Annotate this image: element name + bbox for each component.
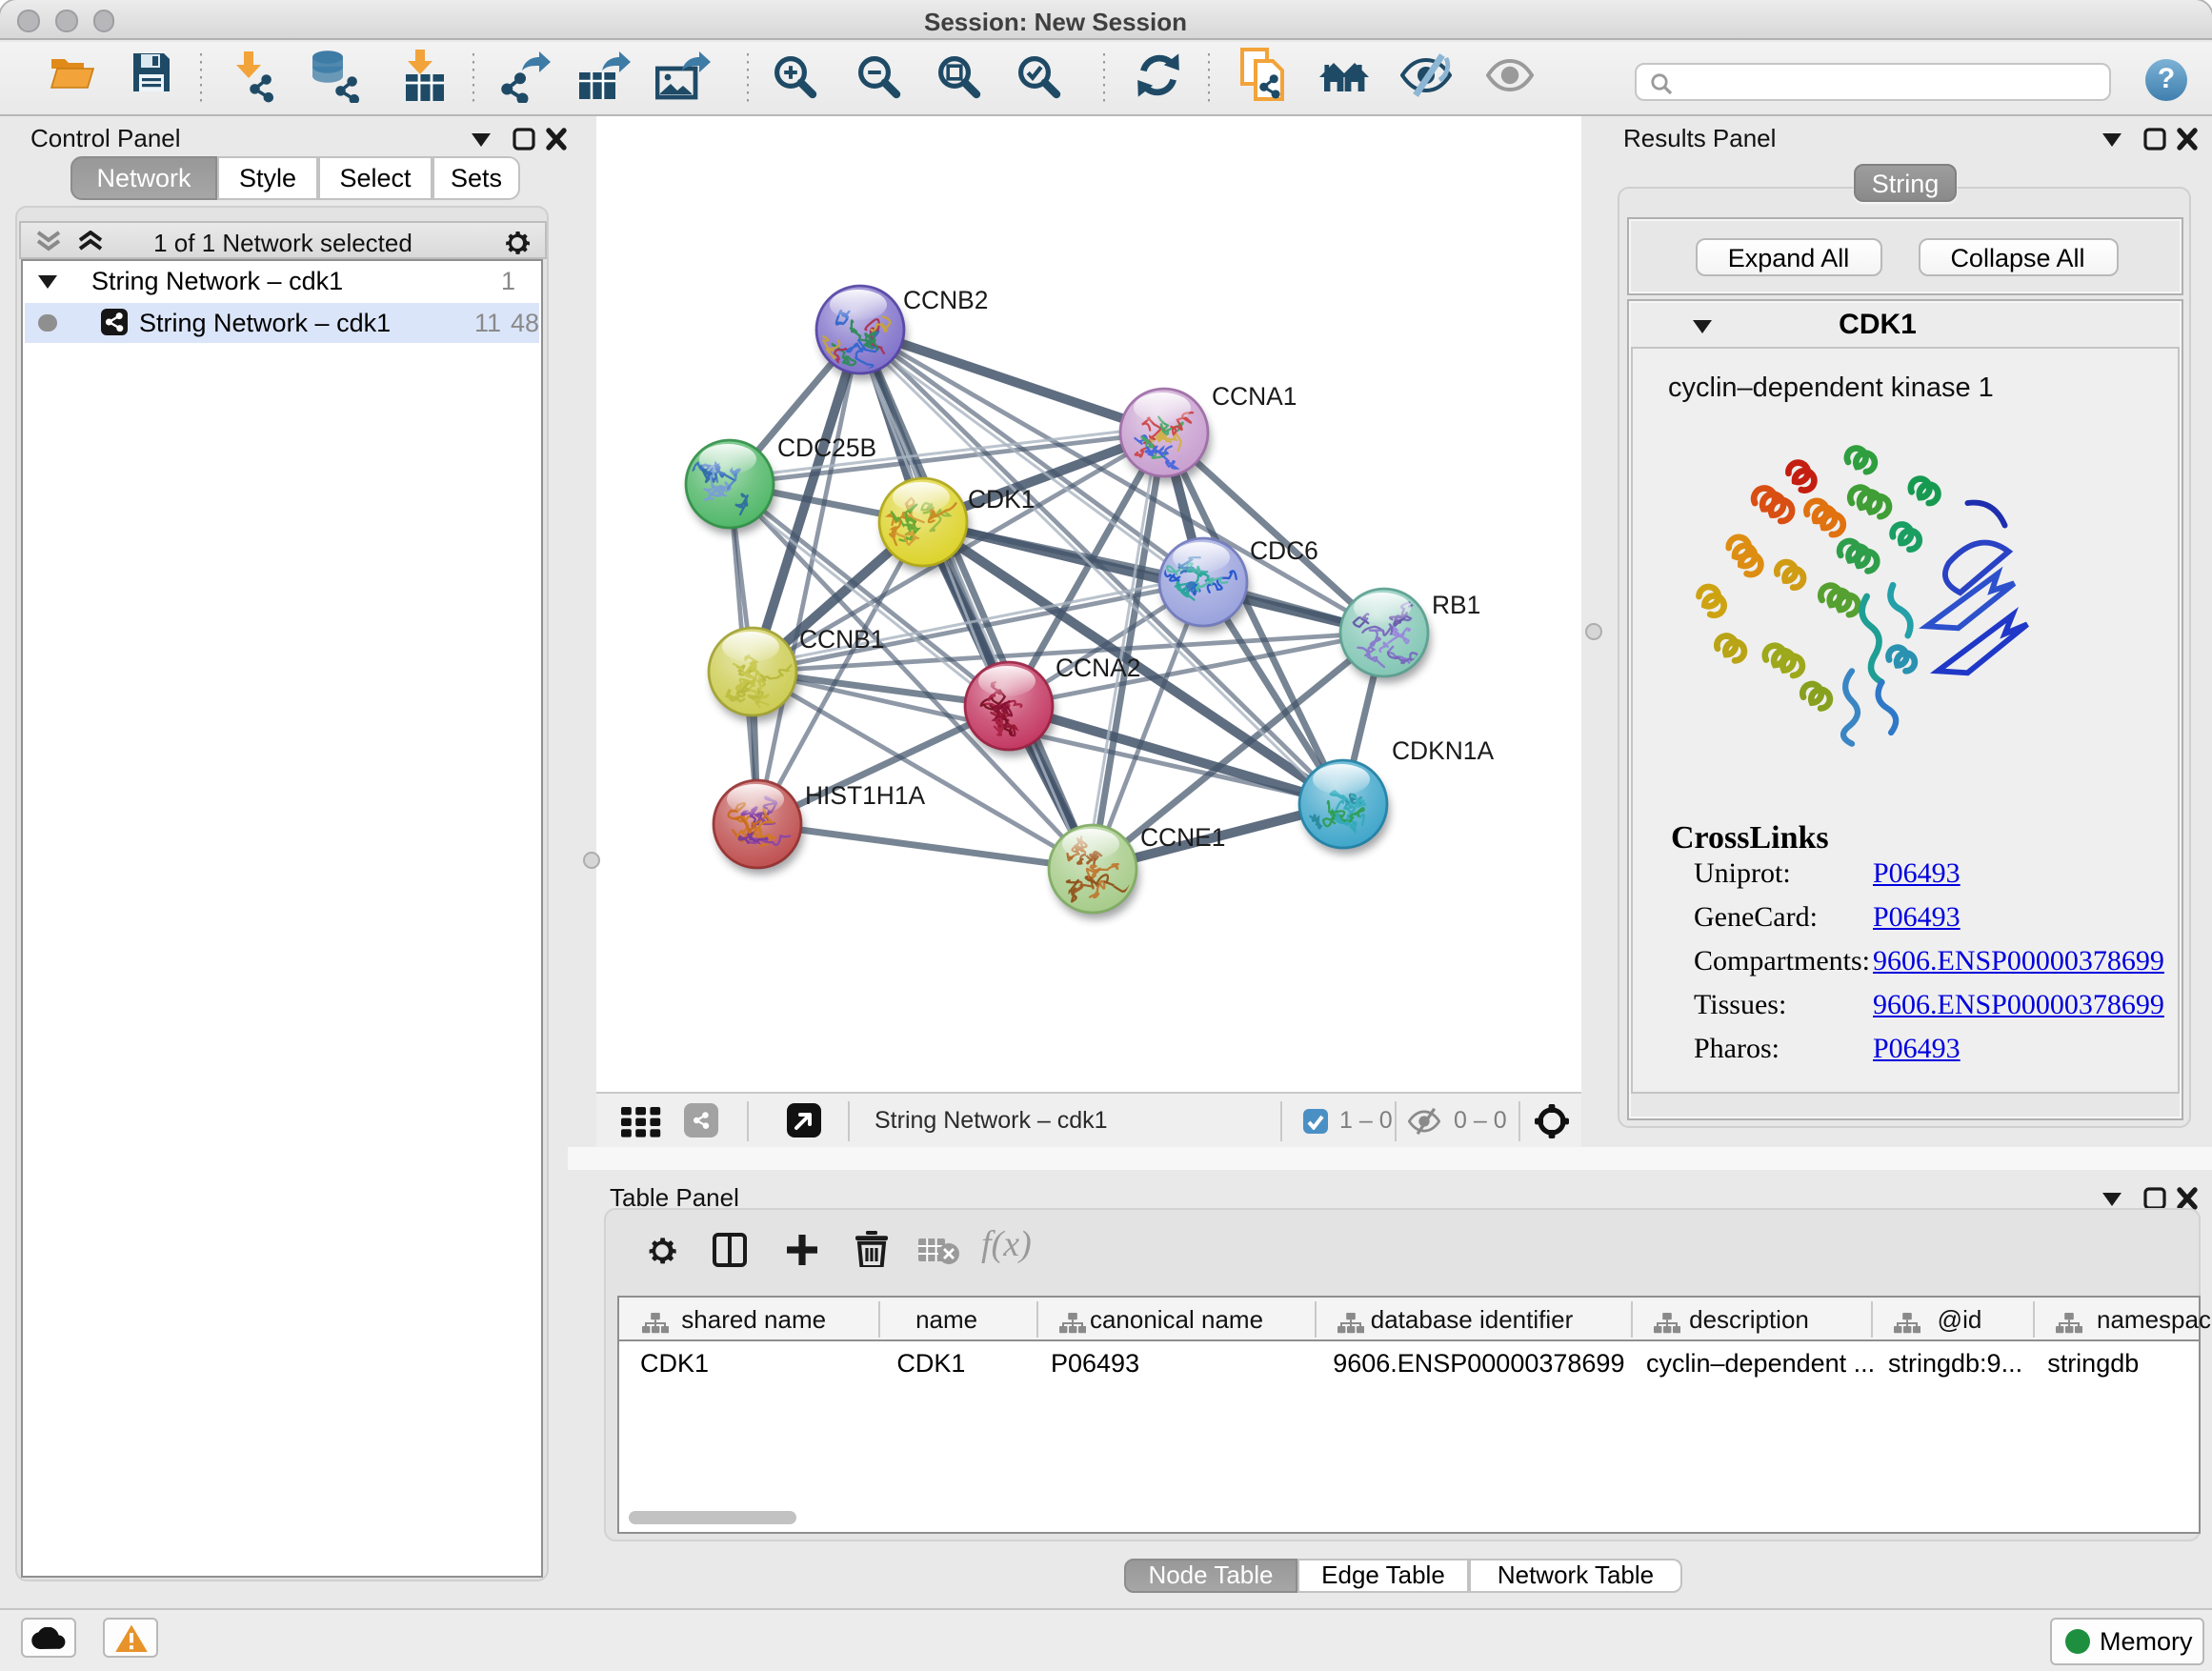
svg-text:CDK1: CDK1 — [968, 485, 1035, 513]
svg-text:CCNE1: CCNE1 — [1140, 823, 1225, 852]
svg-text:CCNA1: CCNA1 — [1212, 382, 1297, 411]
svg-text:RB1: RB1 — [1432, 591, 1480, 619]
svg-text:CDC6: CDC6 — [1250, 536, 1318, 565]
svg-text:CDKN1A: CDKN1A — [1392, 736, 1494, 765]
svg-text:HIST1H1A: HIST1H1A — [805, 781, 926, 810]
svg-text:CCNB1: CCNB1 — [799, 625, 884, 654]
svg-text:CDC25B: CDC25B — [777, 433, 876, 462]
svg-text:CCNA2: CCNA2 — [1056, 654, 1140, 682]
svg-text:CCNB2: CCNB2 — [903, 286, 988, 314]
